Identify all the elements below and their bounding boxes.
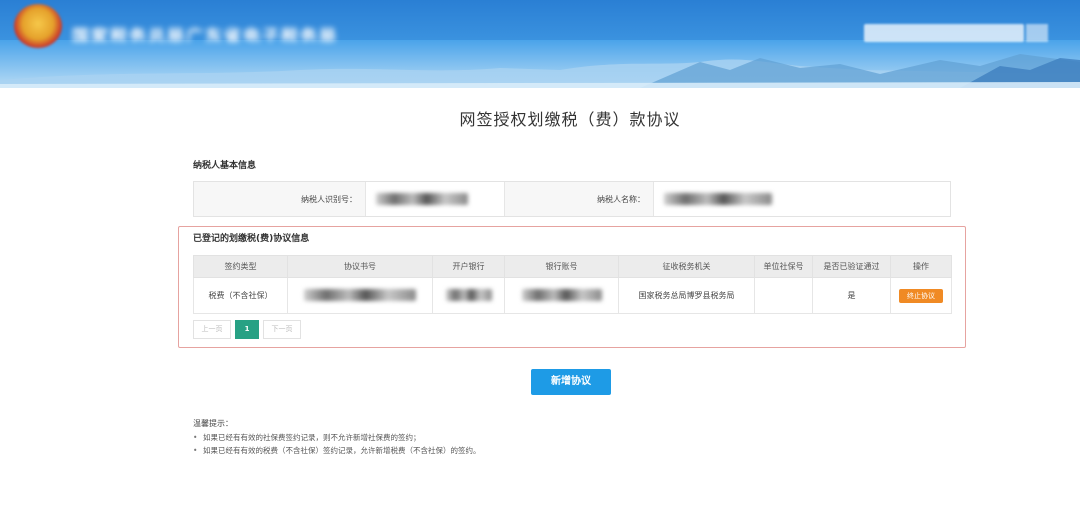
mountain-banner [0,40,1080,88]
bank-account-cell [504,277,619,314]
tax-office-cell: 国家税务总局博罗县税务局 [618,277,755,314]
column-header: 开户银行 [432,255,505,278]
pagination: 上一页 1 下一页 [193,320,301,339]
basic-info-section-label: 纳税人基本信息 [193,161,257,171]
header-search-button[interactable] [1026,24,1048,42]
table-row: 税费（不含社保） 国家税务总局博罗县税务局 是 终止协议 [193,277,952,314]
agreement-number-cell [287,277,433,314]
page-1-button[interactable]: 1 [235,320,259,339]
verified-cell: 是 [812,277,891,314]
taxpayer-id-label: 纳税人识别号： [194,182,366,216]
tip-item: 如果已经有有效的税费（不含社保）签约记录，允许新增税费（不含社保）的签约。 [193,444,481,457]
national-emblem-icon [14,4,62,48]
site-header: 国家税务总局广东省电子税务局 [0,0,1080,88]
taxpayer-name-label: 纳税人名称： [504,182,654,216]
column-header: 操作 [890,255,952,278]
column-header: 协议书号 [287,255,433,278]
redacted-taxpayer-id [376,193,468,205]
column-header: 是否已验证通过 [812,255,891,278]
agreement-type-cell: 税费（不含社保） [193,277,288,314]
column-header: 征收税务机关 [618,255,755,278]
page-title: 网签授权划缴税（费）款协议 [459,110,681,129]
redacted-agreement-number [304,288,416,301]
bank-cell [432,277,505,314]
taxpayer-id-value [366,182,504,216]
redacted-bank-account [521,288,602,301]
header-search-input[interactable] [864,24,1024,42]
site-title: 国家税务总局广东省电子税务局 [72,27,338,42]
tips-list: 如果已经有有效的社保费签约记录，则不允许新增社保费的签约； 如果已经有有效的税费… [193,431,481,457]
taxpayer-name-value [654,182,950,216]
add-agreement-button[interactable]: 新增协议 [531,369,611,395]
agreement-table: 签约类型 协议书号 开户银行 银行账号 征收税务机关 单位社保号 是否已验证通过… [193,255,952,314]
tip-item: 如果已经有有效的社保费签约记录，则不允许新增社保费的签约； [193,431,481,444]
column-header: 银行账号 [504,255,619,278]
action-cell: 终止协议 [890,277,952,314]
next-page-button[interactable]: 下一页 [263,320,301,339]
redacted-taxpayer-name [664,193,772,205]
terminate-agreement-button[interactable]: 终止协议 [899,288,943,303]
prev-page-button[interactable]: 上一页 [193,320,231,339]
column-header: 单位社保号 [754,255,813,278]
basic-info-panel: 纳税人识别号： 纳税人名称： [193,181,951,217]
table-header-row: 签约类型 协议书号 开户银行 银行账号 征收税务机关 单位社保号 是否已验证通过… [193,255,952,278]
redacted-bank-name [445,288,492,301]
tips-title: 温馨提示： [193,419,233,428]
social-security-number-cell [754,277,813,314]
agreement-section-label: 已登记的划缴税(费)协议信息 [193,234,310,244]
column-header: 签约类型 [193,255,288,278]
